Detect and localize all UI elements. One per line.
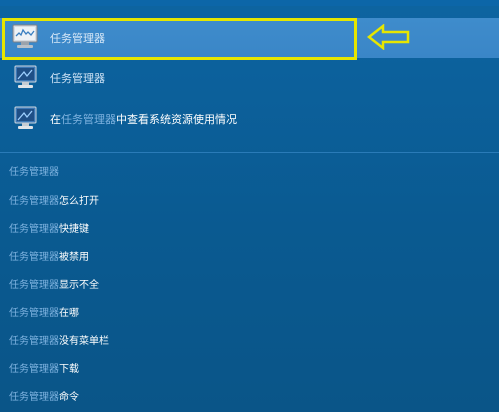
task-manager-app-icon (14, 65, 37, 88)
top-strip (0, 0, 499, 6)
arrow-left-icon (367, 24, 410, 50)
web-suggestion[interactable]: 任务管理器没有菜单栏 (9, 335, 109, 349)
system-monitor-icon (14, 106, 37, 129)
search-results-panel: 任务管理器 任务管理器 在任务管理器中查看系统资源使用情况 任务管理器 任务管理… (0, 0, 499, 412)
web-suggestion[interactable]: 任务管理器被禁用 (9, 251, 89, 265)
web-suggestion[interactable]: 任务管理器怎么打开 (9, 195, 99, 209)
section-divider (0, 152, 499, 153)
app-result-label: 在任务管理器中查看系统资源使用情况 (50, 113, 237, 126)
highlight-box (2, 18, 357, 60)
app-result-task-manager[interactable]: 任务管理器 (0, 62, 499, 94)
web-suggestion[interactable]: 任务管理器快捷键 (9, 223, 89, 237)
web-suggestion[interactable]: 任务管理器显示不全 (9, 279, 99, 293)
web-suggestion[interactable]: 任务管理器在哪 (9, 307, 79, 321)
web-suggestion[interactable]: 任务管理器 (9, 166, 59, 180)
app-result-label: 任务管理器 (50, 72, 105, 85)
web-suggestion[interactable]: 任务管理器命令 (9, 391, 79, 405)
web-suggestion[interactable]: 任务管理器下载 (9, 363, 79, 377)
app-result-view-resources[interactable]: 在任务管理器中查看系统资源使用情况 (0, 103, 499, 135)
